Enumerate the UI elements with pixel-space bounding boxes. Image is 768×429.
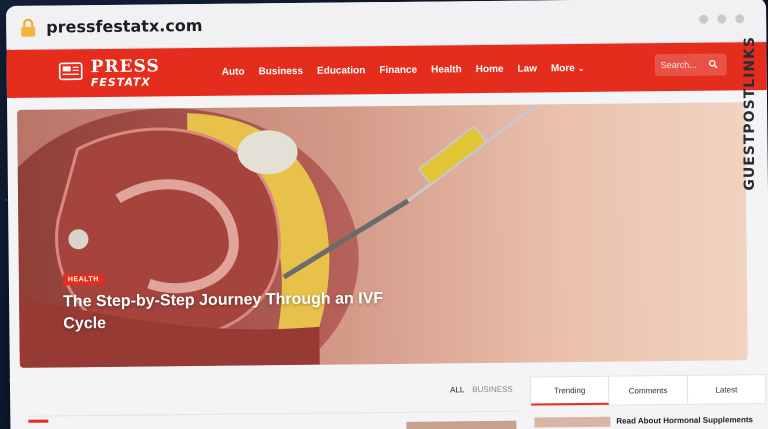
hero-title[interactable]: The Step-by-Step Journey Through an IVF … [63, 288, 403, 335]
site-header: PRESS FESTATX Auto Business Education Fi… [6, 42, 767, 98]
article-thumbnail[interactable] [406, 420, 517, 429]
window-dot-icon[interactable] [717, 14, 727, 24]
newspaper-icon [58, 61, 85, 86]
watermark-text: GUESTPOSTLINKS [742, 36, 758, 191]
category-filter: ALL BUSINESS [450, 385, 513, 395]
site-logo[interactable]: PRESS FESTATX [58, 55, 160, 89]
hero-feature[interactable]: HEALTH The Step-by-Step Journey Through … [17, 102, 748, 368]
tab-comments[interactable]: Comments [609, 375, 688, 405]
filter-business[interactable]: BUSINESS [472, 385, 513, 394]
nav-item-law[interactable]: Law [517, 63, 537, 74]
chevron-down-icon: ⌄ [577, 63, 585, 73]
search-input[interactable] [660, 59, 709, 71]
search-box [654, 53, 727, 77]
section-accent-bar [28, 419, 49, 423]
sidebar-thumbnail[interactable] [534, 416, 611, 428]
nav-item-finance[interactable]: Finance [379, 64, 417, 75]
search-icon[interactable] [708, 59, 718, 70]
logo-sub-text: FESTATX [90, 74, 151, 89]
section-divider [28, 410, 519, 417]
lock-icon [20, 18, 36, 37]
window-dot-icon[interactable] [699, 14, 709, 24]
address-bar-url[interactable]: pressfestatx.com [46, 16, 202, 37]
nav-item-more[interactable]: More ⌄ [550, 62, 585, 74]
window-dot-icon[interactable] [735, 14, 745, 24]
nav-item-home[interactable]: Home [476, 63, 504, 74]
nav-item-auto[interactable]: Auto [222, 66, 245, 77]
tab-latest[interactable]: Latest [688, 375, 766, 404]
watermark: GUESTPOSTLINKS [740, 36, 764, 236]
browser-window: pressfestatx.com PRESS FESTATX Auto Busi… [6, 0, 768, 429]
hero-category-badge[interactable]: HEALTH [62, 273, 104, 286]
nav-item-business[interactable]: Business [258, 65, 303, 76]
nav-more-label: More [550, 62, 575, 74]
window-controls [699, 14, 745, 24]
sidebar-headline[interactable]: Read About Hormonal Supplements [616, 415, 753, 425]
nav-item-health[interactable]: Health [431, 64, 462, 75]
logo-main-text: PRESS [90, 55, 160, 77]
nav-item-education[interactable]: Education [317, 65, 365, 77]
main-nav: Auto Business Education Finance Health H… [222, 62, 599, 78]
tab-trending[interactable]: Trending [530, 376, 610, 406]
filter-all[interactable]: ALL [450, 385, 464, 394]
sidebar-tabs: Trending Comments Latest [529, 374, 767, 407]
